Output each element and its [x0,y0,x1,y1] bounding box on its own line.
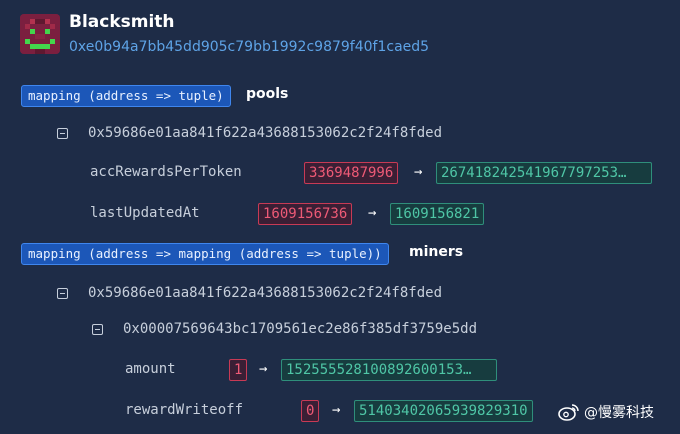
pools-variable-name: pools [246,86,289,102]
accrewardspertoken-new-value: 267418242541967797253… [436,162,652,184]
miners-type-badge: mapping (address => mapping (address => … [21,243,389,265]
field-rewardwriteoff-label: rewardWriteoff [125,402,244,418]
lastupdatedat-new-value: 1609156821 [390,203,485,225]
amount-new-value: 152555528100892600153… [281,359,497,381]
miners-key-collapse-toggle[interactable] [57,288,68,299]
field-accrewardspertoken-label: accRewardsPerToken [90,164,242,180]
miners-subkey-collapse-toggle[interactable] [92,324,103,335]
identicon-icon [20,14,60,54]
rewardwriteoff-old-value: 0 [301,400,320,422]
field-amount-label: amount [125,361,176,377]
contract-address-link[interactable]: 0xe0b94a7bb45dd905c79bb1992c9879f40f1cae… [69,39,429,55]
field-lastupdatedat-label: lastUpdatedAt [90,205,200,221]
miners-subkey-address: 0x00007569643bc1709561ec2e86f385df3759e5… [123,321,478,337]
pools-key-collapse-toggle[interactable] [57,128,68,139]
watermark-text: @慢雾科技 [584,405,654,421]
lastupdatedat-old-value: 1609156736 [258,203,353,225]
change-arrow-icon: → [259,361,268,377]
pools-key-address: 0x59686e01aa841f622a43688153062c2f24f8fd… [88,125,443,141]
change-arrow-icon: → [332,402,341,418]
rewardwriteoff-new-value: 51403402065939829310 [354,400,533,422]
contract-avatar [20,14,60,54]
miners-variable-name: miners [409,244,464,260]
weibo-icon [558,402,580,422]
accrewardspertoken-old-value: 3369487996 [304,162,399,184]
pools-type-badge: mapping (address => tuple) [21,85,231,107]
change-arrow-icon: → [368,205,377,221]
amount-old-value: 1 [229,359,248,381]
change-arrow-icon: → [414,164,423,180]
miners-key-address: 0x59686e01aa841f622a43688153062c2f24f8fd… [88,285,443,301]
contract-name: Blacksmith [69,12,175,32]
